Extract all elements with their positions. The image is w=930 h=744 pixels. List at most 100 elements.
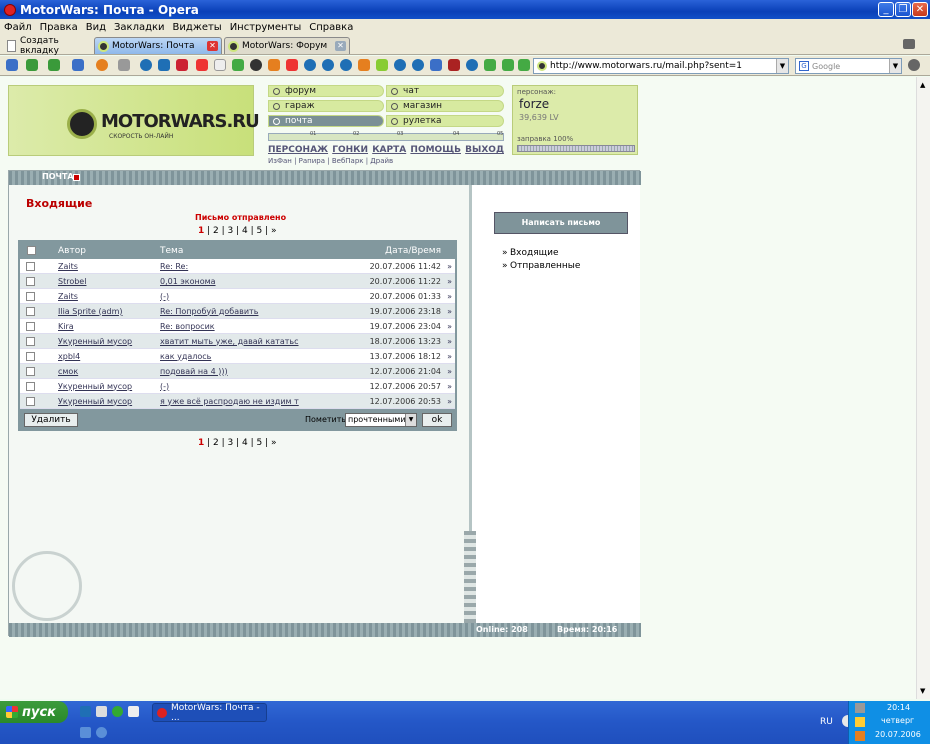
col-date[interactable]: Дата/Время <box>385 246 441 256</box>
row-author[interactable]: Kira <box>58 322 74 331</box>
row-checkbox[interactable] <box>26 262 35 271</box>
add-icon[interactable] <box>518 59 530 71</box>
forward-icon[interactable] <box>48 59 60 71</box>
row-checkbox[interactable] <box>26 382 35 391</box>
table-row[interactable]: Укуренный мусор я уже всё распродаю не из… <box>20 394 455 409</box>
persona-name[interactable]: forze <box>519 97 549 111</box>
row-author[interactable]: Zaits <box>58 262 78 271</box>
compose-button[interactable]: Написать письмо <box>494 212 628 234</box>
page-icon[interactable] <box>214 59 226 71</box>
folder-sent[interactable]: Отправленные <box>510 261 580 271</box>
row-subject[interactable]: хватит мыть уже, давай кататьс <box>160 337 299 346</box>
page-next[interactable]: » <box>271 438 277 448</box>
table-row[interactable]: смок подовай на 4 ))) 12.07.2006 21:04 » <box>20 364 455 379</box>
nav-forum[interactable]: форум <box>268 85 384 97</box>
warning-icon[interactable] <box>855 717 865 727</box>
table-row[interactable]: Zaits Re: Re: 20.07.2006 11:42 » <box>20 259 455 274</box>
row-subject[interactable]: Re: вопросик <box>160 322 215 331</box>
chevron-down-icon[interactable]: ▼ <box>889 59 901 73</box>
menu-help[interactable]: Справка <box>305 22 357 33</box>
nav-shop[interactable]: магазин <box>386 100 504 112</box>
row-checkbox[interactable] <box>26 292 35 301</box>
row-author[interactable]: Укуренный мусор <box>58 382 132 391</box>
view-icon[interactable] <box>908 59 920 71</box>
col-subject[interactable]: Тема <box>160 246 183 256</box>
link-character[interactable]: ПЕРСОНАЖ <box>268 145 328 155</box>
edit-icon[interactable] <box>118 59 130 71</box>
row-subject[interactable]: (-) <box>160 382 169 391</box>
row-open-icon[interactable]: » <box>447 367 452 376</box>
close-window-button[interactable]: ✕ <box>912 2 928 17</box>
link-races[interactable]: ГОНКИ <box>332 145 368 155</box>
trash-icon[interactable] <box>903 39 915 49</box>
page-4[interactable]: 4 <box>242 438 248 448</box>
menu-view[interactable]: Вид <box>82 22 110 33</box>
address-bar[interactable]: http://www.motorwars.ru/mail.php?sent=1 … <box>533 58 789 74</box>
link-exit[interactable]: ВЫХОД <box>465 145 504 155</box>
language-indicator[interactable]: RU <box>820 717 833 727</box>
row-author[interactable]: Укуренный мусор <box>58 397 132 406</box>
grid-icon[interactable] <box>176 59 188 71</box>
page-4[interactable]: 4 <box>242 226 248 236</box>
globe-icon[interactable] <box>466 59 478 71</box>
globe-icon[interactable] <box>394 59 406 71</box>
tool-icon[interactable] <box>358 59 370 71</box>
row-author[interactable]: xpbl4 <box>58 352 80 361</box>
table-row[interactable]: xpbl4 как удалось 13.07.2006 18:12 » <box>20 349 455 364</box>
row-author[interactable]: смок <box>58 367 78 376</box>
app-icon[interactable] <box>96 727 107 738</box>
add-icon[interactable] <box>502 59 514 71</box>
nav-chat[interactable]: чат <box>386 85 504 97</box>
clock-time[interactable]: 20:14 <box>887 703 910 712</box>
reload-icon[interactable] <box>96 59 108 71</box>
table-row[interactable]: Ilia Sprite (adm) Re: Попробуй добавить 19… <box>20 304 455 319</box>
explorer-icon[interactable] <box>96 706 107 717</box>
nav-mail[interactable]: почта <box>268 115 384 127</box>
link-map[interactable]: КАРТА <box>372 145 406 155</box>
row-subject[interactable]: Re: Re: <box>160 262 188 271</box>
row-checkbox[interactable] <box>26 352 35 361</box>
taskbar-item-opera[interactable]: MotorWars: Почта - ... <box>152 703 267 723</box>
menu-tools[interactable]: Инструменты <box>226 22 306 33</box>
row-open-icon[interactable]: » <box>447 292 452 301</box>
page-1[interactable]: 1 <box>198 438 204 448</box>
media-icon[interactable] <box>112 706 123 717</box>
table-row[interactable]: Strobel 0,01 эконома 20.07.2006 11:22 » <box>20 274 455 289</box>
sub-links[interactable]: ИзФан | Рапира | ВебПарк | Драйв <box>268 157 393 165</box>
page-1[interactable]: 1 <box>198 226 204 236</box>
row-open-icon[interactable]: » <box>447 352 452 361</box>
motorwars-icon[interactable] <box>250 59 262 71</box>
mail-icon[interactable] <box>448 59 460 71</box>
row-checkbox[interactable] <box>26 397 35 406</box>
add-icon[interactable] <box>232 59 244 71</box>
close-tab-icon[interactable]: ✕ <box>207 41 218 51</box>
row-subject[interactable]: Re: Попробуй добавить <box>160 307 258 316</box>
page-3[interactable]: 3 <box>228 226 234 236</box>
speed-icon[interactable] <box>268 59 280 71</box>
add-icon[interactable] <box>484 59 496 71</box>
row-checkbox[interactable] <box>26 367 35 376</box>
row-author[interactable]: Zaits <box>58 292 78 301</box>
select-all-checkbox[interactable] <box>27 246 36 255</box>
app-icon[interactable] <box>80 727 91 738</box>
table-row[interactable]: Укуренный мусор хватит мыть уже, давай ка… <box>20 334 455 349</box>
row-open-icon[interactable]: » <box>447 262 452 271</box>
start-button[interactable]: пуск <box>0 701 68 723</box>
row-open-icon[interactable]: » <box>447 337 452 346</box>
back-icon[interactable] <box>26 59 38 71</box>
rewind-icon[interactable] <box>6 59 18 71</box>
table-row[interactable]: Zaits (-) 20.07.2006 01:33 » <box>20 289 455 304</box>
menu-bookmarks[interactable]: Закладки <box>110 22 169 33</box>
network-icon[interactable] <box>855 703 865 713</box>
row-checkbox[interactable] <box>26 277 35 286</box>
link-help[interactable]: ПОМОЩЬ <box>410 145 461 155</box>
menu-file[interactable]: Файл <box>0 22 36 33</box>
yandex-icon[interactable] <box>196 59 208 71</box>
v-icon[interactable] <box>376 59 388 71</box>
row-open-icon[interactable]: » <box>447 307 452 316</box>
notepad-icon[interactable] <box>128 706 139 717</box>
tab-forum[interactable]: MotorWars: Форум ✕ <box>224 37 350 54</box>
row-author[interactable]: Strobel <box>58 277 86 286</box>
ok-button[interactable]: ok <box>422 413 452 427</box>
fast-forward-icon[interactable] <box>72 59 84 71</box>
